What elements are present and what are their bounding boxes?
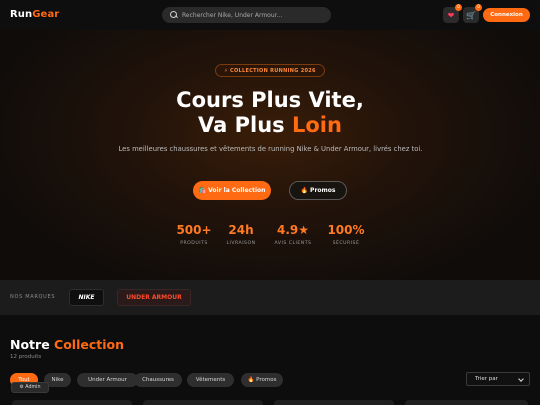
heart-icon: ❤	[447, 10, 455, 20]
stat-secure: 100% SÉCURISÉ	[316, 223, 376, 246]
filter-shoes[interactable]: Chaussures	[134, 373, 182, 387]
filter-apparel[interactable]: Vêtements	[187, 373, 234, 387]
hero-section: ⚡ COLLECTION RUNNING 2026 Cours Plus Vit…	[0, 30, 540, 280]
top-nav: RunGear ❤ 0 🛒 0 Connexion	[0, 0, 540, 30]
filter-promos[interactable]: 🔥 Promos	[241, 373, 283, 387]
collection-title-accent: Collection	[54, 337, 124, 352]
collection-tag: ⚡ COLLECTION RUNNING 2026	[215, 64, 325, 77]
collection-title-start: Notre	[10, 337, 55, 352]
stat-label: LIVRAISON	[226, 241, 256, 246]
hero-title-line1: Cours Plus Vite,	[176, 88, 364, 112]
stat-value: 4.9★	[276, 223, 309, 237]
stat-value: 24h	[228, 223, 254, 237]
brands-bar: NOS MARQUES NIKE UNDER ARMOUR	[0, 280, 540, 315]
product-count: 12 produits	[10, 354, 42, 360]
product-card[interactable]	[274, 400, 394, 405]
logo-part-gear: Gear	[32, 9, 60, 20]
brands-label: NOS MARQUES	[10, 294, 56, 300]
promos-button[interactable]: 🔥 Promos	[289, 181, 347, 200]
collection-title: Notre Collection	[10, 337, 124, 352]
wishlist-count-badge: 0	[455, 4, 462, 11]
admin-button[interactable]: ⚙ Admin	[11, 382, 49, 393]
filter-under-armour[interactable]: Under Armour	[77, 373, 138, 387]
stat-value: 100%	[327, 223, 365, 237]
cart-button[interactable]: 🛒 0	[463, 4, 482, 23]
hero-title-accent: Loin	[291, 113, 342, 137]
search-input[interactable]	[182, 11, 322, 19]
stat-delivery: 24h LIVRAISON	[211, 223, 271, 246]
hero-title-line2-start: Va Plus	[198, 113, 292, 137]
sort-select[interactable]: Trier par	[466, 372, 530, 386]
product-card[interactable]	[143, 400, 263, 405]
logo-part-run: Run	[10, 9, 33, 20]
stat-label: AVIS CLIENTS	[274, 241, 312, 246]
login-button[interactable]: Connexion	[483, 8, 530, 22]
wishlist-button[interactable]: ❤ 0	[443, 4, 462, 23]
logo[interactable]: RunGear	[10, 9, 59, 20]
stat-label: SÉCURISÉ	[332, 241, 360, 246]
search-icon	[170, 11, 178, 19]
brand-nike[interactable]: NIKE	[69, 289, 104, 306]
search-bar[interactable]	[162, 7, 331, 23]
cart-count-badge: 0	[475, 4, 482, 11]
product-card[interactable]	[405, 400, 528, 405]
chevron-down-icon	[518, 376, 524, 382]
hero-title-line2: Va Plus Loin	[0, 113, 540, 138]
cart-icon: 🛒	[466, 10, 476, 20]
sort-label: Trier par	[475, 376, 498, 382]
hero-title: Cours Plus Vite, Va Plus Loin	[0, 88, 540, 138]
brand-under-armour[interactable]: UNDER ARMOUR	[117, 289, 191, 306]
hero-subtitle: Les meilleures chaussures et vêtements d…	[118, 145, 423, 153]
stat-reviews: 4.9★ AVIS CLIENTS	[263, 223, 323, 246]
product-card[interactable]	[12, 400, 132, 405]
view-collection-button[interactable]: 🛍️ Voir la Collection	[193, 181, 271, 200]
